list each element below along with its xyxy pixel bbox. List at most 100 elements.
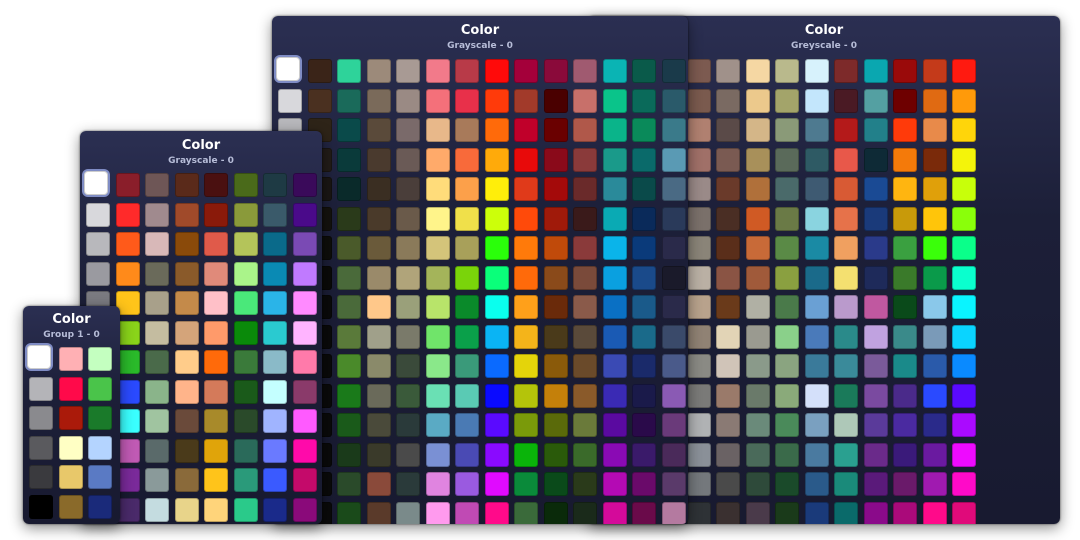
color-swatch[interactable]: [233, 409, 258, 433]
color-swatch[interactable]: [686, 383, 711, 408]
color-swatch[interactable]: [174, 497, 199, 522]
color-swatch[interactable]: [88, 494, 112, 519]
color-swatch[interactable]: [602, 501, 627, 524]
color-swatch[interactable]: [484, 442, 509, 467]
color-swatch[interactable]: [686, 59, 711, 83]
color-swatch[interactable]: [115, 232, 140, 256]
color-swatch[interactable]: [543, 324, 568, 349]
color-swatch[interactable]: [602, 118, 627, 142]
color-swatch[interactable]: [775, 383, 799, 408]
color-swatch[interactable]: [204, 350, 228, 374]
color-swatch[interactable]: [745, 383, 770, 408]
color-swatch[interactable]: [602, 177, 627, 201]
color-swatch[interactable]: [88, 347, 112, 371]
color-swatch[interactable]: [661, 147, 686, 172]
color-swatch[interactable]: [425, 324, 450, 349]
color-swatch[interactable]: [804, 472, 829, 496]
color-swatch[interactable]: [543, 472, 568, 496]
color-swatch[interactable]: [292, 350, 317, 374]
color-swatch[interactable]: [543, 383, 568, 408]
color-swatch[interactable]: [455, 413, 479, 437]
color-swatch[interactable]: [514, 147, 538, 172]
color-swatch[interactable]: [455, 236, 479, 260]
color-swatch[interactable]: [716, 265, 740, 290]
color-swatch[interactable]: [686, 206, 711, 231]
color-swatch[interactable]: [174, 350, 199, 374]
color-swatch[interactable]: [514, 118, 538, 142]
color-swatch[interactable]: [396, 265, 420, 290]
color-swatch[interactable]: [263, 409, 287, 433]
color-swatch[interactable]: [86, 232, 110, 256]
color-swatch[interactable]: [632, 88, 656, 113]
color-swatch[interactable]: [543, 118, 568, 142]
color-swatch[interactable]: [366, 59, 391, 83]
color-swatch[interactable]: [745, 206, 770, 231]
color-swatch[interactable]: [863, 324, 888, 349]
color-swatch[interactable]: [632, 295, 656, 319]
color-swatch[interactable]: [204, 232, 228, 256]
color-swatch[interactable]: [573, 354, 597, 378]
color-swatch[interactable]: [396, 442, 420, 467]
color-swatch[interactable]: [455, 206, 479, 231]
color-swatch[interactable]: [425, 413, 450, 437]
color-swatch[interactable]: [174, 261, 199, 286]
color-swatch[interactable]: [863, 501, 888, 524]
color-swatch[interactable]: [233, 468, 258, 492]
color-swatch[interactable]: [88, 376, 112, 401]
color-swatch[interactable]: [573, 295, 597, 319]
color-swatch[interactable]: [58, 465, 83, 489]
color-swatch[interactable]: [716, 383, 740, 408]
color-swatch[interactable]: [292, 291, 317, 315]
color-swatch[interactable]: [484, 118, 509, 142]
color-swatch[interactable]: [716, 501, 740, 524]
color-swatch[interactable]: [834, 324, 858, 349]
color-swatch[interactable]: [661, 501, 686, 524]
color-swatch[interactable]: [632, 147, 656, 172]
color-swatch[interactable]: [686, 354, 711, 378]
color-swatch[interactable]: [661, 324, 686, 349]
color-swatch[interactable]: [922, 88, 947, 113]
color-swatch[interactable]: [834, 177, 858, 201]
color-swatch[interactable]: [337, 413, 361, 437]
color-swatch[interactable]: [834, 295, 858, 319]
color-swatch[interactable]: [922, 442, 947, 467]
color-swatch[interactable]: [455, 354, 479, 378]
color-swatch[interactable]: [775, 354, 799, 378]
color-swatch[interactable]: [686, 177, 711, 201]
color-swatch[interactable]: [834, 147, 858, 172]
color-swatch[interactable]: [233, 438, 258, 463]
color-swatch[interactable]: [834, 236, 858, 260]
color-swatch[interactable]: [484, 177, 509, 201]
color-swatch[interactable]: [337, 59, 361, 83]
color-swatch[interactable]: [716, 177, 740, 201]
color-swatch[interactable]: [686, 88, 711, 113]
color-swatch[interactable]: [716, 118, 740, 142]
color-swatch[interactable]: [922, 59, 947, 83]
color-swatch[interactable]: [396, 236, 420, 260]
color-swatch[interactable]: [263, 379, 287, 404]
color-swatch[interactable]: [514, 236, 538, 260]
color-swatch[interactable]: [661, 236, 686, 260]
color-swatch[interactable]: [484, 383, 509, 408]
color-swatch[interactable]: [292, 320, 317, 345]
color-swatch[interactable]: [716, 147, 740, 172]
color-swatch[interactable]: [893, 501, 917, 524]
color-swatch[interactable]: [573, 501, 597, 524]
color-swatch[interactable]: [863, 383, 888, 408]
color-swatch[interactable]: [455, 265, 479, 290]
color-swatch[interactable]: [573, 324, 597, 349]
color-swatch[interactable]: [455, 383, 479, 408]
color-swatch[interactable]: [425, 383, 450, 408]
color-swatch[interactable]: [632, 501, 656, 524]
color-swatch[interactable]: [263, 350, 287, 374]
color-swatch[interactable]: [745, 324, 770, 349]
color-swatch[interactable]: [632, 236, 656, 260]
color-swatch[interactable]: [745, 472, 770, 496]
color-swatch[interactable]: [337, 118, 361, 142]
color-swatch[interactable]: [337, 501, 361, 524]
color-swatch[interactable]: [745, 413, 770, 437]
color-swatch[interactable]: [804, 265, 829, 290]
color-swatch[interactable]: [661, 383, 686, 408]
color-swatch[interactable]: [893, 442, 917, 467]
color-swatch[interactable]: [145, 202, 169, 227]
